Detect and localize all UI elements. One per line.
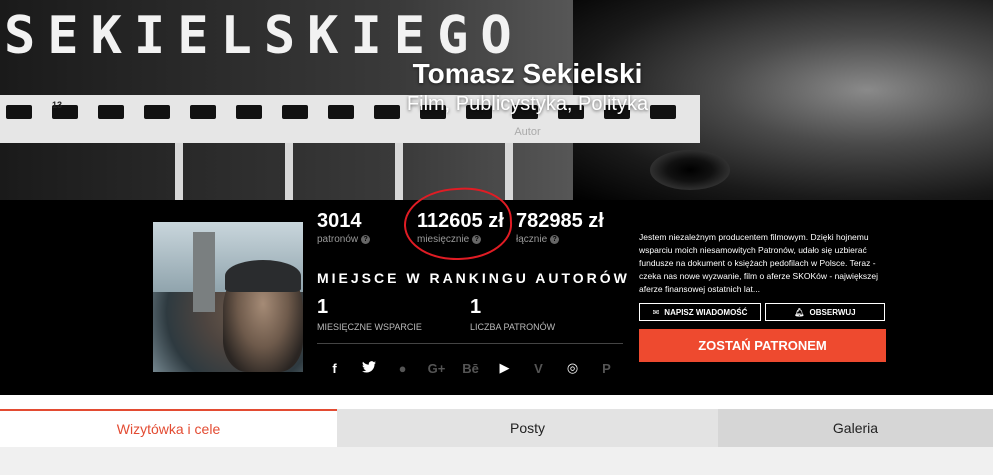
avatar-tower: [193, 232, 215, 312]
stat-patrons-label: patronów?: [317, 234, 371, 245]
ranking-patrons-label: LICZBA PATRONÓW: [470, 322, 556, 332]
vimeo-icon[interactable]: V: [529, 361, 548, 376]
stat-patrons-value: 3014: [317, 210, 362, 232]
help-icon[interactable]: ?: [361, 235, 371, 244]
author-description: Jestem niezależnym producentem filmowym.…: [639, 232, 879, 294]
avatar-cap: [225, 260, 301, 292]
ranking-title: MIEJSCE W RANKINGU AUTORÓW: [317, 270, 630, 286]
stat-patrons-label-text: patronów: [317, 234, 359, 245]
youtube-icon[interactable]: ▶: [495, 360, 514, 376]
send-message-label: NAPISZ WIADOMOŚĆ: [664, 307, 748, 317]
tab-business-card[interactable]: Wizytówka i cele: [0, 409, 337, 447]
help-icon[interactable]: ?: [550, 235, 560, 244]
envelope-icon: ✉: [652, 307, 660, 317]
facebook-icon[interactable]: f: [325, 361, 344, 376]
stat-patrons: 3014 patronów?: [317, 210, 371, 245]
twitter-icon[interactable]: [359, 360, 378, 376]
follow-label: OBSERWUJ: [809, 307, 856, 317]
profile-tabs: Wizytówka i cele Posty Galeria: [0, 409, 993, 447]
film-frame-line: [395, 143, 403, 200]
send-message-button[interactable]: ✉ NAPISZ WIADOMOŚĆ: [639, 303, 761, 321]
tab-gallery[interactable]: Galeria: [718, 409, 993, 447]
ranking-patrons-value: 1: [470, 296, 482, 318]
author-categories: Film, Publicystyka, Polityka: [406, 93, 649, 115]
ranking-monthly-value: 1: [317, 296, 329, 318]
become-patron-button[interactable]: ZOSTAŃ PATRONEM: [639, 329, 886, 362]
tabs-spacer: [0, 395, 993, 409]
author-name: Tomasz Sekielski: [412, 58, 643, 89]
film-frame-line: [505, 143, 513, 200]
behance-icon[interactable]: Bē: [461, 361, 480, 376]
tab-posts[interactable]: Posty: [337, 409, 718, 447]
social-links: f ● G+ Bē ▶ V ◎ P: [325, 360, 616, 376]
patronite-profile-page: SEKIELSKIEGO 13 Tomasz Sekielski Film, P…: [0, 0, 993, 475]
stat-total-value: 782985 zł: [516, 210, 604, 232]
author-role: Autor: [514, 126, 541, 138]
stat-total-label-text: łącznie: [516, 234, 548, 245]
pinterest-icon[interactable]: P: [597, 361, 616, 376]
bell-icon: 🔔︎: [794, 307, 805, 317]
film-frame-line: [175, 143, 183, 200]
google-plus-icon[interactable]: G+: [427, 361, 446, 376]
profile-info-bar: 3014 patronów? 112605 zł miesięcznie? 78…: [0, 185, 993, 395]
ranking-monthly-label: MIESIĘCZNE WSPARCIE: [317, 322, 422, 332]
profile-banner: SEKIELSKIEGO 13 Tomasz Sekielski Film, P…: [0, 0, 993, 200]
stat-total-label: łącznie?: [516, 234, 604, 245]
instagram-icon[interactable]: ◎: [563, 360, 582, 376]
divider: [317, 343, 623, 344]
banner-title-text: SEKIELSKIEGO: [4, 6, 524, 66]
film-frame-line: [285, 143, 293, 200]
globe-icon[interactable]: ●: [393, 361, 412, 376]
follow-button[interactable]: 🔔︎ OBSERWUJ: [765, 303, 885, 321]
stat-total: 782985 zł łącznie?: [516, 210, 604, 245]
avatar: [153, 222, 303, 372]
banner-eye-detail: [650, 150, 730, 190]
